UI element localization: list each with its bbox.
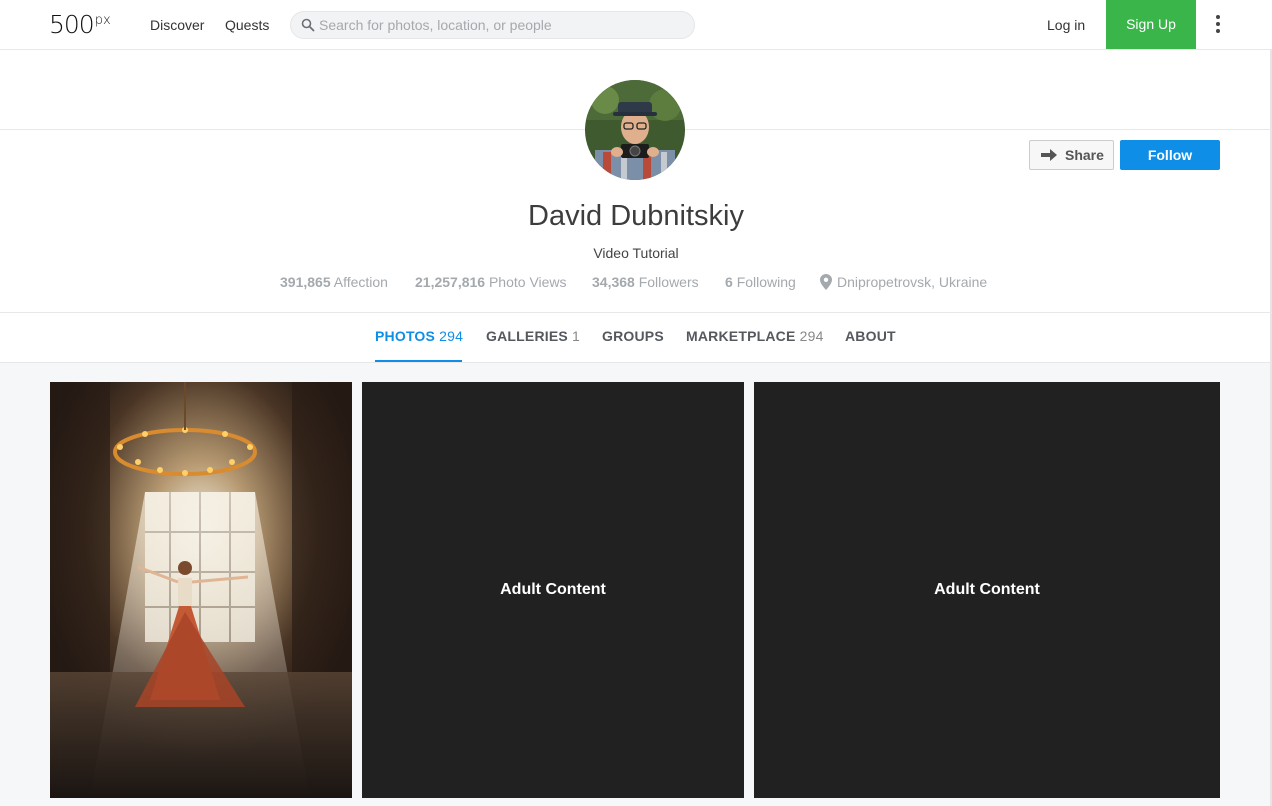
more-menu-icon[interactable] — [1208, 12, 1228, 38]
nav-discover-link[interactable]: Discover — [150, 16, 204, 34]
stat-photo-views: 21,257,816 Photo Views — [415, 274, 567, 290]
stat-followers[interactable]: 34,368 Followers — [592, 273, 699, 291]
profile-name: David Dubnitskiy — [528, 200, 744, 232]
tab-marketplace[interactable]: MARKETPLACE 294 — [686, 327, 824, 345]
profile-subtitle: Video Tutorial — [593, 245, 679, 261]
avatar[interactable] — [585, 80, 685, 180]
photo-image — [50, 382, 352, 798]
logo[interactable]: 500px — [49, 11, 111, 44]
photo-tile[interactable] — [50, 382, 352, 798]
share-arrow-icon — [1041, 149, 1057, 161]
adult-content-label: Adult Content — [934, 581, 1040, 598]
photo-tile[interactable]: Adult Content — [754, 382, 1220, 798]
tab-galleries[interactable]: GALLERIES 1 — [486, 327, 580, 345]
profile-stats: 391,865 Affection 21,257,816 Photo Views… — [0, 273, 1272, 291]
adult-content-label: Adult Content — [500, 581, 606, 598]
nav-quests-link[interactable]: Quests — [225, 16, 269, 34]
avatar-image — [585, 80, 685, 180]
stat-affection: 391,865 Affection — [280, 274, 388, 290]
location-pin-icon — [820, 274, 832, 290]
search-bar[interactable] — [290, 11, 695, 39]
tab-groups[interactable]: GROUPS — [602, 327, 664, 345]
search-icon — [301, 18, 315, 32]
share-button[interactable]: Share — [1029, 140, 1114, 170]
tabs-divider-top — [0, 312, 1272, 313]
follow-button[interactable]: Follow — [1120, 140, 1220, 170]
top-nav: 500px Discover Quests Log in Sign Up — [0, 0, 1272, 50]
stat-location: Dnipropetrovsk, Ukraine — [837, 274, 988, 290]
stat-following[interactable]: 6 Following — [725, 273, 796, 291]
search-input[interactable] — [319, 15, 679, 35]
tab-photos[interactable]: PHOTOS 294 — [375, 327, 463, 345]
photo-tile[interactable]: Adult Content — [362, 382, 744, 798]
signup-button[interactable]: Sign Up — [1106, 0, 1196, 49]
share-label: Share — [1065, 147, 1104, 163]
tab-about[interactable]: ABOUT — [845, 327, 896, 345]
login-link[interactable]: Log in — [1047, 16, 1085, 34]
